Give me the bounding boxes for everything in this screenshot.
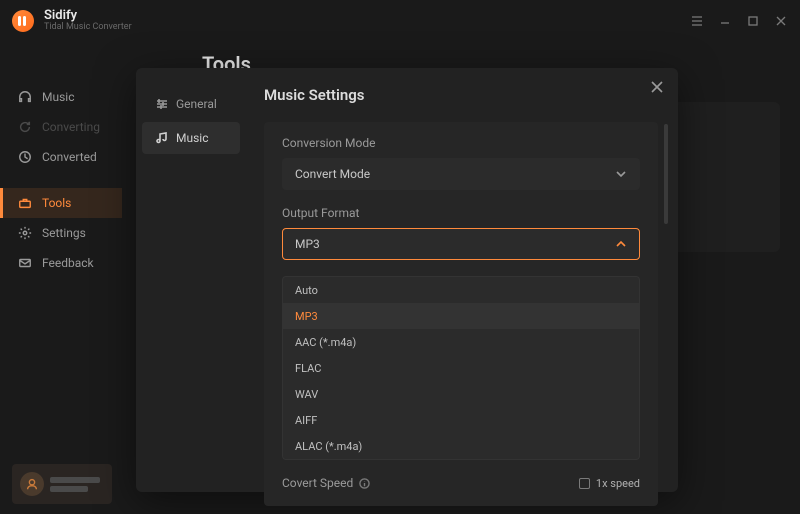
select-value: MP3: [295, 237, 320, 251]
settings-modal: General Music Music Settings Conversion …: [136, 68, 678, 492]
conversion-mode-label: Conversion Mode: [282, 136, 640, 150]
sidebar-item-music[interactable]: Music: [0, 82, 122, 112]
sidebar-label: Converting: [42, 120, 100, 134]
sidebar-item-feedback[interactable]: Feedback: [0, 248, 122, 278]
music-note-icon: [156, 132, 168, 144]
scrollbar[interactable]: [664, 124, 668, 224]
output-format-dropdown: Auto MP3 AAC (*.m4a) FLAC WAV AIFF ALAC …: [282, 276, 640, 460]
chevron-up-icon: [615, 238, 627, 250]
dropdown-option-aac[interactable]: AAC (*.m4a): [283, 329, 639, 355]
speed-value: 1x speed: [596, 477, 640, 490]
settings-panel: Conversion Mode Convert Mode Output Form…: [264, 122, 658, 506]
dropdown-option-mp3[interactable]: MP3: [283, 303, 639, 329]
sidebar-label: Converted: [42, 150, 97, 164]
mail-icon: [18, 256, 32, 270]
info-icon: [359, 478, 370, 489]
sidebar-label: Tools: [42, 196, 71, 210]
sidebar-label: Feedback: [42, 256, 94, 270]
modal-sidebar: General Music: [136, 68, 246, 492]
modal-tab-label: General: [176, 97, 217, 111]
sliders-icon: [156, 98, 168, 110]
sidebar-label: Music: [42, 90, 74, 104]
select-value: Convert Mode: [295, 167, 370, 181]
brand-logo: [12, 10, 34, 32]
menu-icon[interactable]: [690, 14, 704, 28]
sidebar: Music Converting Converted Tools Setting…: [0, 42, 122, 514]
close-button[interactable]: [774, 14, 788, 28]
modal-tab-label: Music: [176, 131, 208, 145]
maximize-button[interactable]: [746, 14, 760, 28]
minimize-button[interactable]: [718, 14, 732, 28]
headphones-icon: [18, 90, 32, 104]
output-format-select[interactable]: MP3: [282, 228, 640, 260]
sidebar-item-converting[interactable]: Converting: [0, 112, 122, 142]
avatar: [20, 472, 44, 496]
gear-icon: [18, 226, 32, 240]
modal-close-button[interactable]: [650, 80, 666, 96]
conversion-mode-select[interactable]: Convert Mode: [282, 158, 640, 190]
dropdown-option-wav[interactable]: WAV: [283, 381, 639, 407]
sidebar-item-converted[interactable]: Converted: [0, 142, 122, 172]
user-card[interactable]: [12, 464, 112, 504]
sidebar-label: Settings: [42, 226, 86, 240]
dropdown-option-alac[interactable]: ALAC (*.m4a): [283, 433, 639, 459]
sidebar-item-tools[interactable]: Tools: [0, 188, 122, 218]
chevron-down-icon: [615, 168, 627, 180]
dropdown-option-aiff[interactable]: AIFF: [283, 407, 639, 433]
brand-name: Sidify: [44, 9, 132, 23]
speed-checkbox[interactable]: [579, 478, 590, 489]
toolbox-icon: [18, 196, 32, 210]
titlebar: Sidify Tidal Music Converter: [0, 0, 800, 42]
output-format-label: Output Format: [282, 206, 640, 220]
sidebar-item-settings[interactable]: Settings: [0, 218, 122, 248]
user-sub-placeholder: [50, 486, 88, 492]
modal-tab-general[interactable]: General: [142, 88, 240, 120]
modal-tab-music[interactable]: Music: [142, 122, 240, 154]
brand-subtitle: Tidal Music Converter: [44, 23, 132, 33]
refresh-icon: [18, 120, 32, 134]
dropdown-option-flac[interactable]: FLAC: [283, 355, 639, 381]
clock-icon: [18, 150, 32, 164]
covert-speed-label: Covert Speed: [282, 476, 370, 490]
user-name-placeholder: [50, 477, 100, 483]
dropdown-option-auto[interactable]: Auto: [283, 277, 639, 303]
modal-title: Music Settings: [264, 86, 658, 104]
